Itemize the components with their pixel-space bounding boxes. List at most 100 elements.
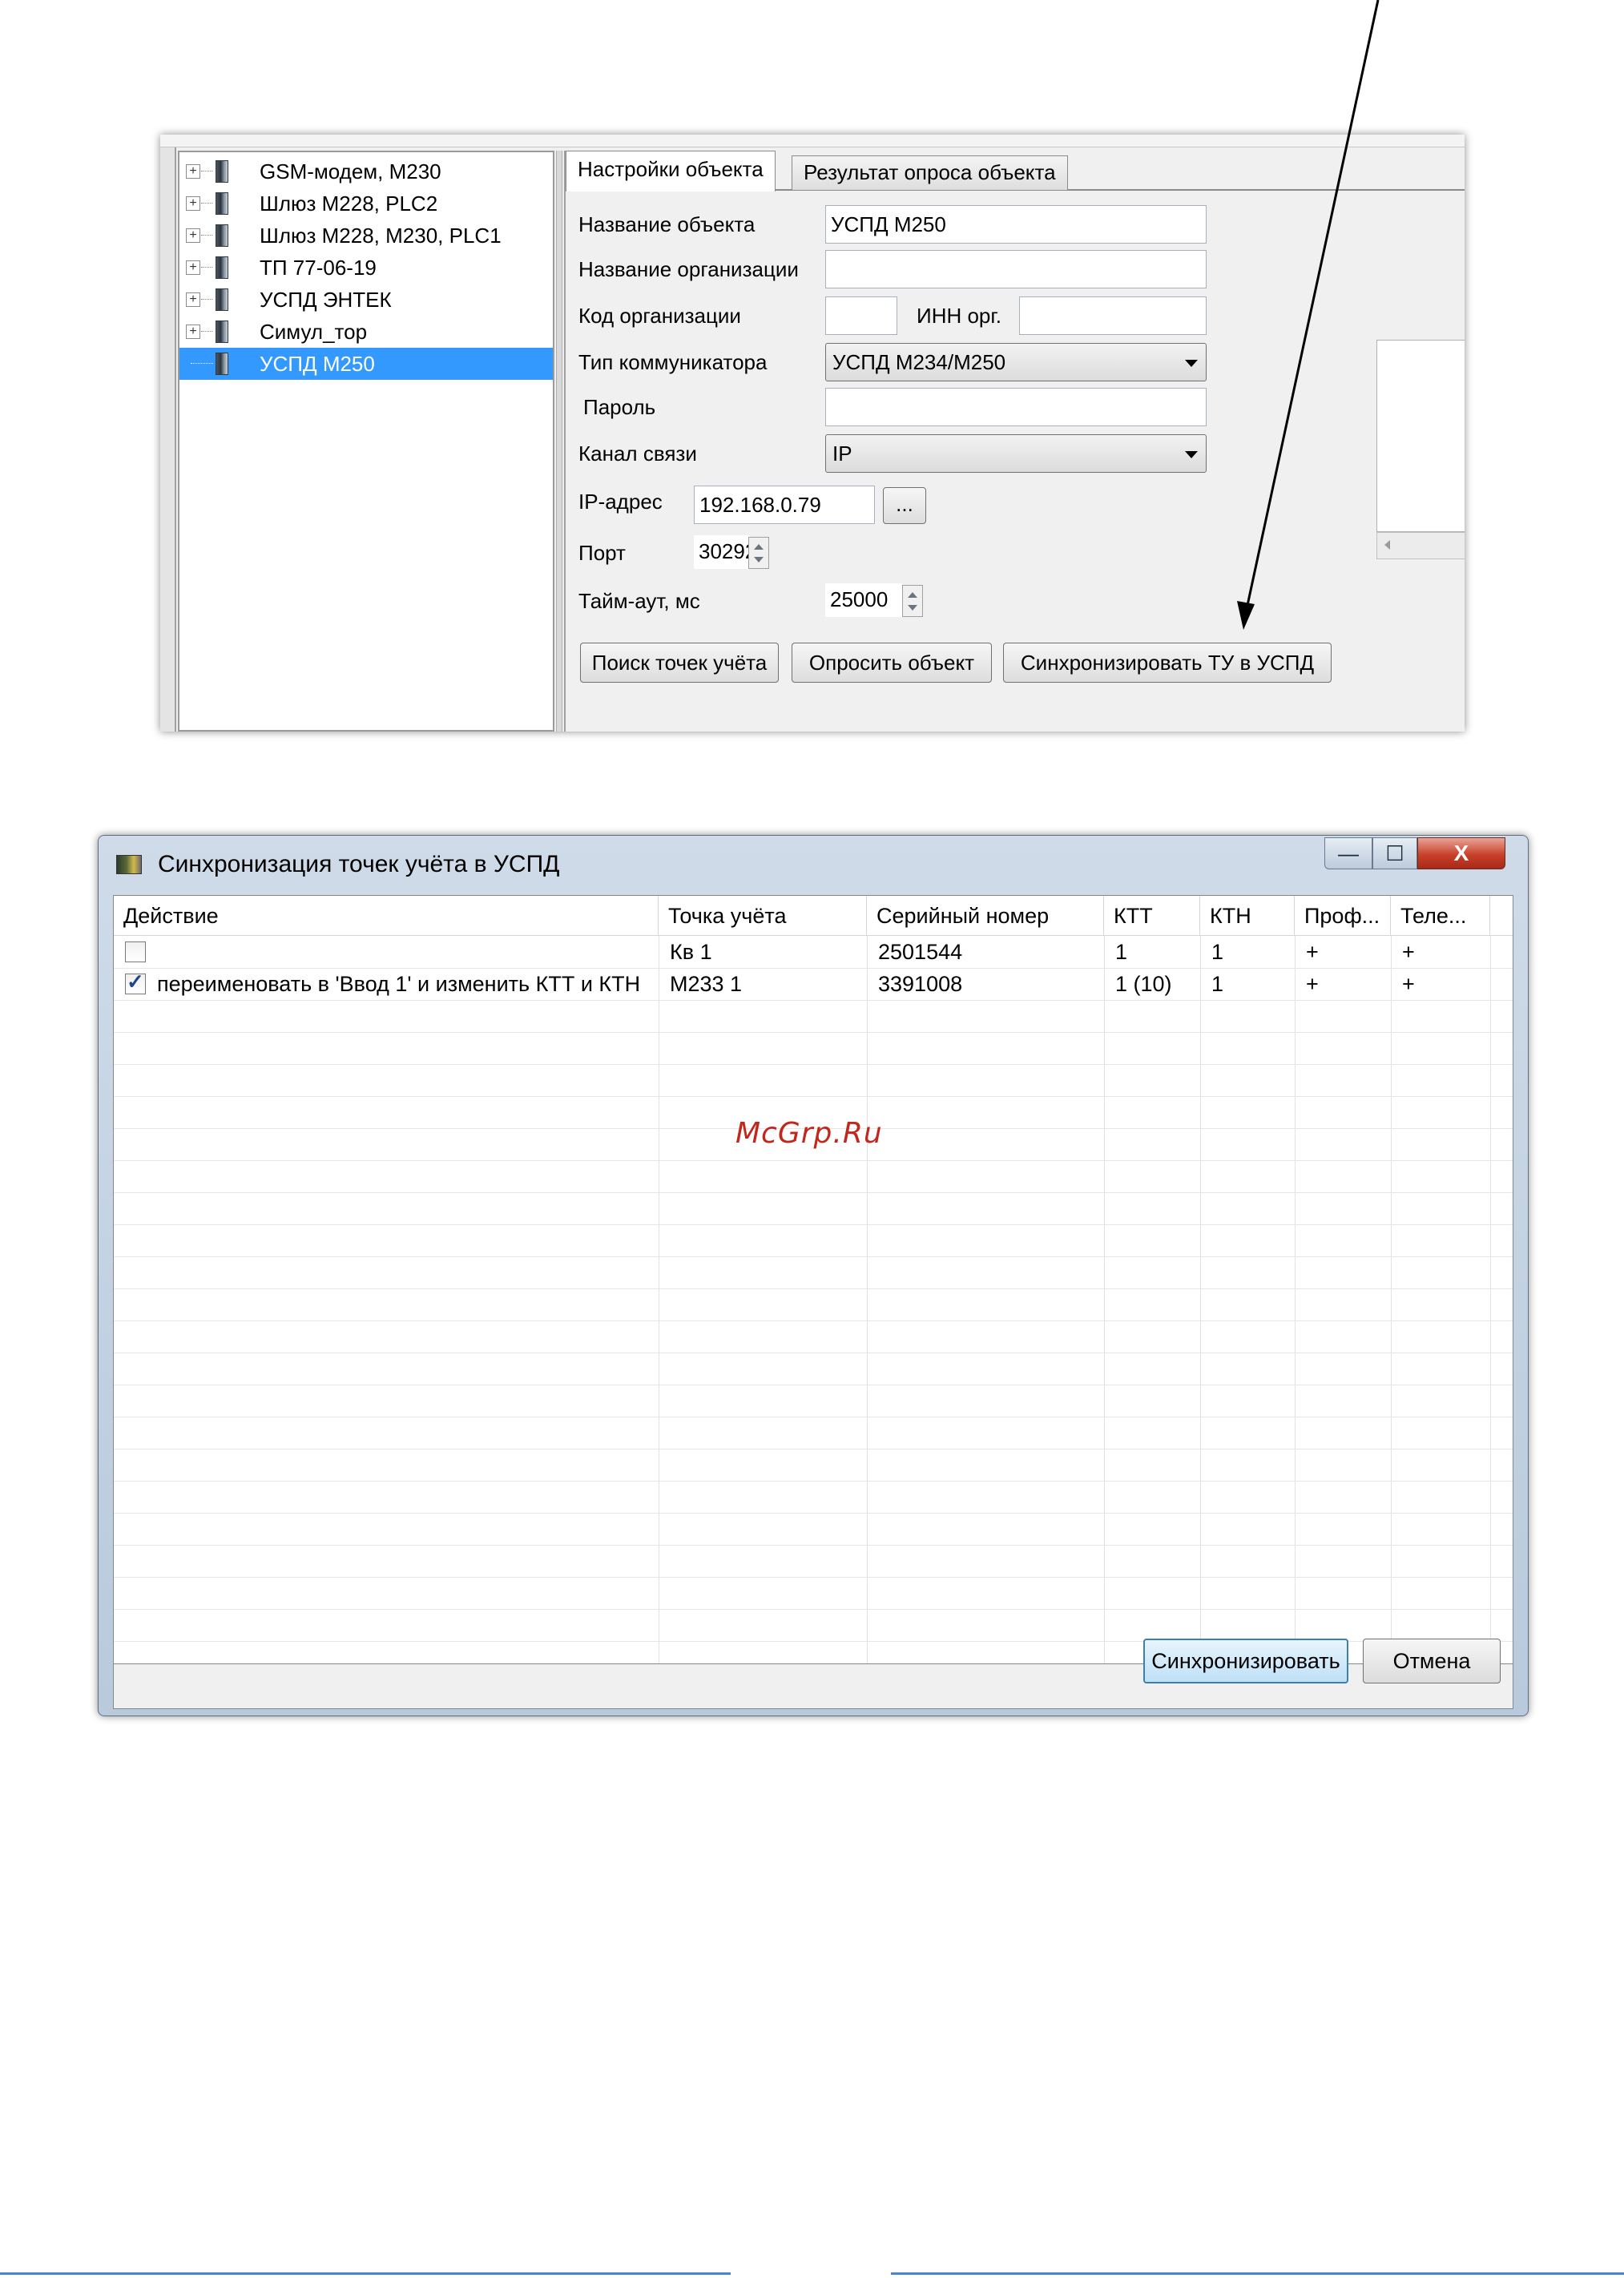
cell-tele: + [1402, 940, 1415, 964]
tree-item-label: Симул_тор [260, 320, 368, 344]
settings-pane: Настройки объекта Результат опроса объек… [564, 151, 1465, 732]
tree-item-gsm-modem[interactable]: + GSM-модем, М230 [179, 155, 553, 187]
expand-icon[interactable]: + [186, 228, 200, 243]
tree-item-label: УСПД М250 [260, 352, 375, 376]
column-header-ktt[interactable]: КТТ [1104, 896, 1200, 936]
org-name-field[interactable] [825, 250, 1207, 288]
column-header-profile[interactable]: Проф... [1295, 896, 1391, 936]
maximize-button[interactable]: ☐ [1372, 837, 1417, 869]
cancel-button[interactable]: Отмена [1363, 1639, 1501, 1683]
left-edge-bar [160, 147, 176, 732]
password-label: Пароль [583, 395, 656, 419]
column-header-point[interactable]: Точка учёта [659, 896, 867, 936]
port-field[interactable]: 30292 [694, 535, 756, 569]
expand-icon[interactable]: + [186, 196, 200, 211]
sync-tu-button[interactable]: Синхронизировать ТУ в УСПД [1003, 643, 1332, 683]
scroll-left-icon[interactable] [1384, 540, 1390, 550]
cell-ktt: 1 (10) [1115, 972, 1172, 996]
org-code-label: Код организации [578, 304, 741, 328]
channel-label: Канал связи [578, 441, 697, 466]
port-spinner[interactable] [748, 537, 769, 569]
tree-item-label: Шлюз М228, PLC2 [260, 192, 438, 216]
grid-row-line [114, 1577, 1513, 1578]
grid-column-line [1295, 936, 1296, 1663]
inn-label: ИНН орг. [917, 304, 1001, 328]
tab-object-settings[interactable]: Настройки объекта [566, 151, 776, 192]
tree-item-label: Шлюз М228, М230, PLC1 [260, 224, 502, 248]
expand-icon[interactable]: + [186, 292, 200, 307]
device-icon [216, 256, 228, 279]
info-panel [1376, 340, 1465, 532]
row-checkbox[interactable] [125, 941, 146, 962]
cell-ktn: 1 [1211, 940, 1224, 964]
org-name-label: Название организации [578, 257, 799, 281]
dialog-title: Синхронизация точек учёта в УСПД [158, 851, 560, 877]
grid-row-line [114, 1192, 1513, 1193]
close-button[interactable]: X [1417, 837, 1505, 869]
communicator-type-value: УСПД М234/М250 [832, 350, 1006, 374]
search-points-button[interactable]: Поиск точек учёта [580, 643, 779, 683]
grid-row-line [114, 1320, 1513, 1321]
grid-row-line [114, 1609, 1513, 1610]
expand-icon[interactable]: + [186, 164, 200, 179]
cell-serial: 3391008 [878, 972, 963, 996]
checkmark-icon: ✓ [127, 970, 144, 994]
tree-item-uspd-entek[interactable]: + УСПД ЭНТЕК [179, 284, 553, 316]
tree-item-uspd-m250[interactable]: УСПД М250 [179, 348, 553, 380]
ip-browse-button[interactable]: ... [883, 487, 926, 524]
tree-item-tp[interactable]: + ТП 77-06-19 [179, 252, 553, 284]
inn-field[interactable] [1019, 296, 1207, 335]
timeout-label: Тайм-аут, мс [578, 589, 700, 613]
expand-icon[interactable]: + [186, 325, 200, 339]
tab-poll-results[interactable]: Результат опроса объекта [792, 155, 1068, 190]
cell-action: переименовать в 'Ввод 1' и изменить КТТ … [157, 972, 641, 996]
expand-icon[interactable]: + [186, 260, 200, 275]
tree-item-simulator[interactable]: + Симул_тор [179, 316, 553, 348]
ip-address-field[interactable]: 192.168.0.79 [694, 486, 875, 524]
spin-up-icon[interactable] [908, 592, 917, 598]
ip-address-label: IP-адрес [578, 490, 663, 514]
password-field[interactable] [825, 388, 1207, 426]
column-header-serial[interactable]: Серийный номер [867, 896, 1104, 936]
grid-row-line [114, 1481, 1513, 1482]
grid-column-line [1200, 936, 1201, 1663]
device-icon [216, 160, 228, 183]
page-rule [0, 2272, 731, 2275]
grid-row-line [114, 1064, 1513, 1065]
spin-down-icon[interactable] [908, 605, 917, 611]
cell-ktn: 1 [1211, 972, 1224, 996]
row-checkbox[interactable]: ✓ [125, 970, 146, 994]
spin-up-icon[interactable] [754, 544, 764, 550]
channel-select[interactable]: IP [825, 434, 1207, 473]
tree-item-label: GSM-модем, М230 [260, 159, 441, 183]
tree-item-gateway-plc2[interactable]: + Шлюз М228, PLC2 [179, 187, 553, 220]
maximize-icon: ☐ [1385, 841, 1404, 865]
watermark-text: McGrp.Ru [735, 1117, 883, 1150]
timeout-spinner[interactable] [902, 585, 923, 617]
object-name-field[interactable]: УСПД М250 [825, 205, 1207, 244]
grid-column-line [1391, 936, 1392, 1663]
spin-down-icon[interactable] [754, 557, 764, 562]
poll-object-button[interactable]: Опросить объект [792, 643, 992, 683]
cell-serial: 2501544 [878, 940, 963, 964]
grid-column-line [1490, 936, 1491, 1663]
pane-splitter[interactable] [556, 151, 562, 732]
communicator-type-select[interactable]: УСПД М234/М250 [825, 343, 1207, 381]
column-header-action[interactable]: Действие [114, 896, 659, 936]
toolbar-strip [160, 135, 1465, 147]
cell-tele: + [1402, 972, 1415, 996]
tree-item-gateway-plc1[interactable]: + Шлюз М228, М230, PLC1 [179, 220, 553, 252]
dropdown-arrow-icon [1185, 451, 1198, 458]
port-label: Порт [578, 541, 626, 565]
org-code-field[interactable] [825, 296, 897, 335]
device-icon [216, 224, 228, 247]
dropdown-arrow-icon [1185, 360, 1198, 367]
column-header-ktn[interactable]: КТН [1200, 896, 1295, 936]
sync-grid: Действие Точка учёта Серийный номер КТТ … [113, 895, 1513, 1664]
minimize-button[interactable]: — [1324, 837, 1372, 869]
timeout-field[interactable]: 25000 [825, 583, 902, 617]
column-header-tele[interactable]: Теле... [1391, 896, 1490, 936]
synchronize-button[interactable]: Синхронизировать [1143, 1639, 1348, 1683]
grid-row-line [114, 1096, 1513, 1097]
device-icon [216, 353, 228, 375]
